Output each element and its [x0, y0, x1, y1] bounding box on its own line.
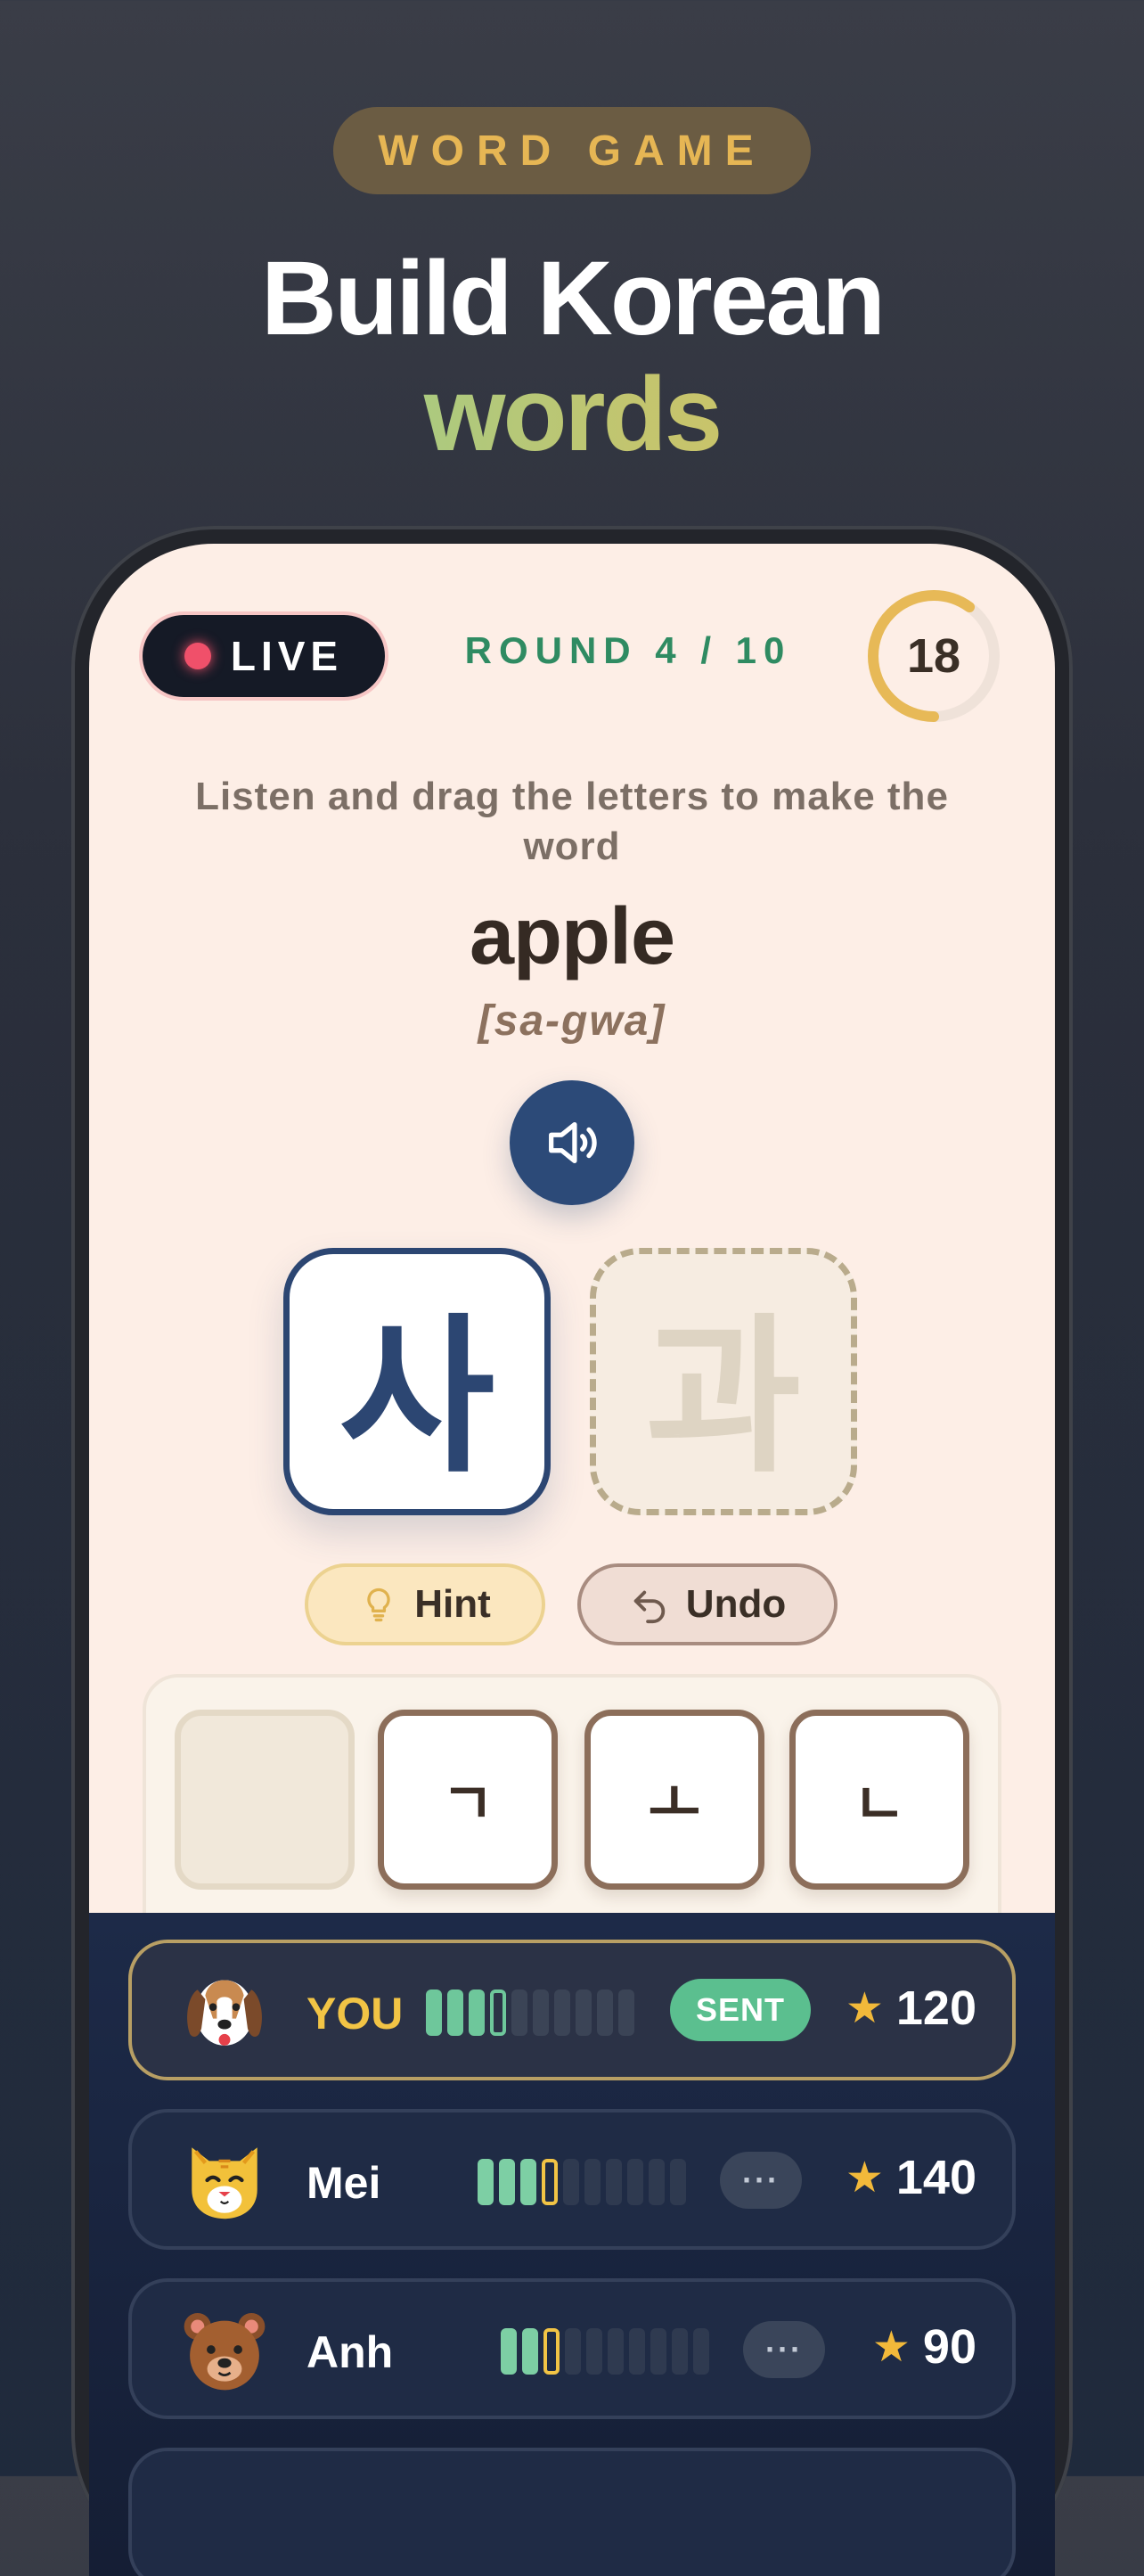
- progress-segment: [469, 1989, 485, 2036]
- title-line-2: words: [0, 357, 1144, 472]
- player-score: ★ 90: [872, 2319, 976, 2375]
- typing-indicator: ···: [720, 2152, 802, 2209]
- title-line-1: Build Korean: [260, 240, 886, 357]
- progress-segment: [426, 1989, 442, 2036]
- hint-label: Hint: [414, 1582, 491, 1626]
- undo-label: Undo: [685, 1582, 787, 1626]
- target-word: apple: [469, 892, 675, 981]
- undo-icon: [633, 1590, 665, 1624]
- progress-segment: [672, 2328, 688, 2375]
- countdown-timer: 18: [866, 588, 1001, 724]
- round-progress: [501, 2328, 709, 2375]
- player-name: YOU: [306, 1989, 404, 2039]
- progress-segment: [563, 2159, 579, 2205]
- progress-segment: [533, 1989, 549, 2036]
- progress-segment: [618, 1989, 634, 2036]
- progress-segment: [597, 1989, 613, 2036]
- score-value: 120: [895, 1981, 976, 2035]
- player-name: Mei: [306, 2158, 381, 2208]
- progress-segment: [586, 2328, 602, 2375]
- progress-segment: [447, 1989, 463, 2036]
- progress-segment: [584, 2159, 601, 2205]
- progress-segment: [478, 2159, 494, 2205]
- progress-segment: [543, 2328, 560, 2375]
- progress-segment: [629, 2328, 645, 2375]
- progress-segment: [522, 2328, 538, 2375]
- round-progress: [426, 1989, 634, 2036]
- round-indicator: ROUND 4 / 10: [464, 629, 792, 671]
- sent-badge: SENT: [670, 1979, 811, 2041]
- live-badge: LIVE: [143, 615, 385, 697]
- progress-segment: [542, 2159, 558, 2205]
- typing-indicator: ···: [743, 2321, 825, 2378]
- progress-segment: [670, 2159, 686, 2205]
- letter-tile[interactable]: ㄱ: [378, 1710, 558, 1890]
- game-screen: LIVE ROUND 4 / 10 18 Listen and drag the…: [89, 544, 1055, 2576]
- timer-seconds: 18: [906, 629, 961, 683]
- progress-segment: [576, 1989, 592, 2036]
- dog-icon: [187, 1980, 262, 2046]
- progress-segment: [565, 2328, 581, 2375]
- score-value: 140: [895, 2151, 976, 2204]
- round-progress: [478, 2159, 686, 2205]
- player-score: ★ 120: [846, 1981, 976, 2036]
- player-row-anh: Anh ··· ★ 90: [128, 2278, 1016, 2419]
- progress-segment: [511, 1989, 527, 2036]
- progress-segment: [627, 2159, 643, 2205]
- romanization: [sa-gwa]: [478, 997, 666, 1045]
- answer-slot-1[interactable]: 사: [283, 1248, 551, 1515]
- letter-tile[interactable]: ㄴ: [789, 1710, 969, 1890]
- player-name: Anh: [306, 2327, 394, 2377]
- score-value: 90: [922, 2320, 976, 2374]
- bear-icon: [184, 2312, 266, 2391]
- live-label: LIVE: [230, 633, 344, 679]
- player-score: ★ 140: [846, 2150, 976, 2205]
- player-row-you: YOU SENT ★ 120: [128, 1940, 1016, 2080]
- progress-segment: [554, 1989, 570, 2036]
- progress-segment: [520, 2159, 536, 2205]
- progress-segment: [501, 2328, 517, 2375]
- star-icon: ★: [845, 1985, 884, 2032]
- cat-icon: [192, 2147, 257, 2219]
- speaker-icon: [549, 1121, 597, 1164]
- instruction-text: Listen and drag the letters to make the …: [195, 775, 949, 868]
- lightbulb-icon: [367, 1587, 390, 1622]
- answer-slot-2[interactable]: 과: [590, 1248, 857, 1515]
- progress-segment: [499, 2159, 515, 2205]
- letter-tile-used: [175, 1710, 355, 1890]
- hint-button[interactable]: Hint: [305, 1563, 545, 1645]
- progress-segment: [490, 1989, 506, 2036]
- player-row-mei: Mei ··· ★ 140: [128, 2109, 1016, 2250]
- page-title: Build Korean words: [0, 241, 1144, 472]
- word-game-badge: WORD GAME: [333, 107, 811, 194]
- undo-button[interactable]: Undo: [577, 1563, 838, 1645]
- star-icon: ★: [845, 2154, 884, 2202]
- progress-segment: [650, 2328, 666, 2375]
- player-row-next: [128, 2448, 1016, 2576]
- live-dot-icon: [184, 643, 211, 669]
- progress-segment: [606, 2159, 622, 2205]
- progress-segment: [693, 2328, 709, 2375]
- star-icon: ★: [871, 2324, 911, 2371]
- progress-segment: [608, 2328, 624, 2375]
- players-panel: YOU SENT ★ 120 Mei ··· ★ 140 Anh ··· ★ 9…: [89, 1913, 1055, 2576]
- letter-tile[interactable]: ㅗ: [584, 1710, 764, 1890]
- progress-segment: [649, 2159, 665, 2205]
- play-audio-button[interactable]: [510, 1080, 634, 1205]
